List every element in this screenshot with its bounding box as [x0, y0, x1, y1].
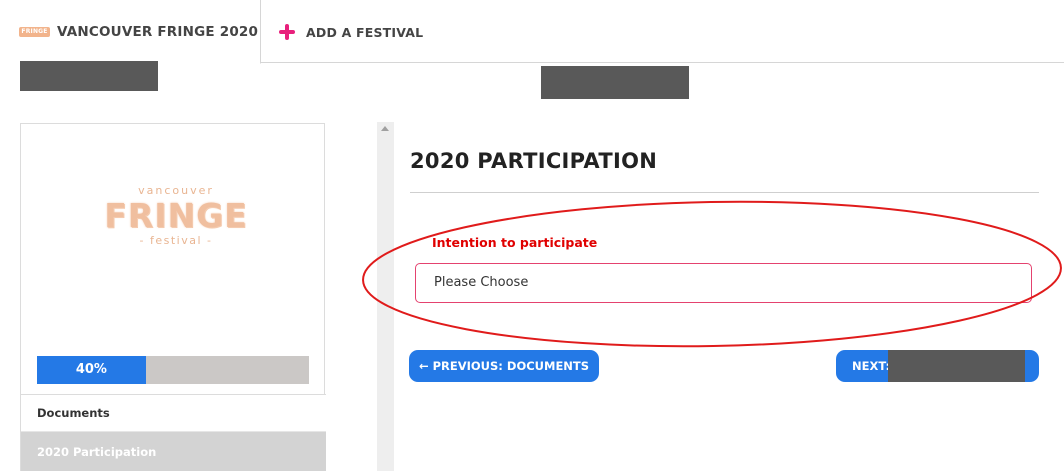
tab-label: VANCOUVER FRINGE 2020 — [57, 23, 259, 40]
sidebar-panel: vancouver FRINGE - festival - 40% Docume… — [20, 123, 326, 471]
redacted-block — [541, 66, 689, 99]
redacted-block — [888, 350, 1025, 382]
field-label: Intention to participate — [432, 235, 598, 250]
sidebar-item-2020-participation[interactable]: 2020 Participation — [21, 432, 326, 471]
scrollbar[interactable] — [377, 122, 394, 471]
next-label: NEXT: — [852, 359, 891, 373]
previous-button[interactable]: ← PREVIOUS: DOCUMENTS — [409, 350, 599, 382]
page-title: 2020 PARTICIPATION — [410, 149, 658, 173]
intention-select[interactable]: Please Choose — [415, 263, 1032, 303]
festival-logo: vancouver FRINGE - festival - — [96, 184, 256, 264]
redacted-block — [20, 61, 158, 91]
tab-bar: FRINGE VANCOUVER FRINGE 2020 ADD A FESTI… — [0, 0, 1064, 64]
tab-add-festival[interactable]: ADD A FESTIVAL — [279, 0, 449, 64]
fringe-logo-icon: FRINGE — [19, 26, 50, 37]
progress-fill: 40% — [37, 356, 146, 384]
scroll-up-arrow-icon[interactable] — [381, 126, 389, 131]
tab-vancouver-fringe-2020[interactable]: FRINGE VANCOUVER FRINGE 2020 — [0, 0, 261, 64]
progress-bar: 40% — [37, 356, 309, 384]
sidebar-item-documents[interactable]: Documents — [21, 395, 326, 432]
divider — [410, 192, 1039, 193]
next-button[interactable]: NEXT: — [836, 350, 1039, 382]
logo-text-main: FRINGE — [104, 196, 248, 235]
plus-icon — [279, 24, 295, 40]
tab-label: ADD A FESTIVAL — [306, 24, 424, 40]
logo-text-bottom: - festival - — [139, 234, 213, 247]
